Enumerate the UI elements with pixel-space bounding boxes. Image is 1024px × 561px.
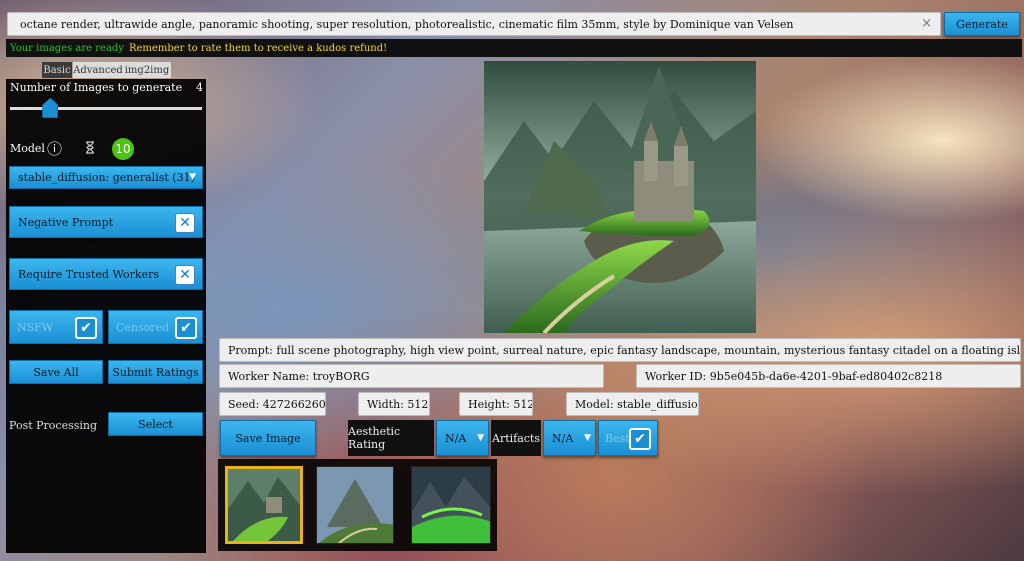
generated-image [484, 61, 756, 333]
info-icon[interactable]: ⓘ [47, 138, 62, 159]
seed-field: Seed: 4272662609 [219, 392, 326, 416]
width-field: Width: 512 [358, 392, 430, 416]
censored-toggle[interactable]: Censored ✔ [108, 310, 203, 344]
worker-id-field: Worker ID: 9b5e045b-da6e-4201-9baf-ed804… [636, 364, 1021, 388]
censored-label: Censored [116, 320, 170, 334]
close-icon[interactable]: ✕ [175, 265, 195, 285]
aesthetic-rating-select[interactable]: N/A ▼ [436, 420, 489, 456]
artifacts-value: N/A [552, 431, 574, 445]
thumbnail-1[interactable] [225, 466, 303, 544]
nsfw-label: NSFW [17, 320, 54, 334]
prompt-input[interactable]: octane render, ultrawide angle, panorami… [7, 12, 941, 36]
trusted-workers-label: Require Trusted Workers [18, 267, 160, 281]
model-field: Model: stable_diffusion [566, 392, 699, 416]
check-icon[interactable]: ✔ [629, 428, 651, 450]
nsfw-toggle[interactable]: NSFW ✔ [9, 310, 103, 344]
artifacts-label: Artifacts [491, 420, 541, 456]
model-label: Model [10, 142, 45, 155]
height-field: Height: 512 [459, 392, 533, 416]
save-all-button[interactable]: Save All [9, 360, 103, 384]
chevron-down-icon: ▼ [189, 172, 196, 182]
aesthetic-rating-value: N/A [445, 431, 467, 445]
images-count-label: Number of Images to generate [10, 81, 183, 94]
tab-advanced[interactable]: Advanced [73, 62, 123, 78]
chevron-down-icon: ▼ [477, 433, 484, 443]
best-label: Best [605, 431, 630, 445]
best-toggle[interactable]: Best ✔ [598, 420, 658, 456]
submit-ratings-button[interactable]: Submit Ratings [108, 360, 203, 384]
model-select[interactable]: stable_diffusion: generalist (31) ▼ [9, 166, 203, 189]
status-ready-text: Your images are ready [10, 42, 124, 54]
status-bar: Your images are ready Remember to rate t… [6, 39, 1022, 57]
trusted-workers-toggle[interactable]: Require Trusted Workers ✕ [9, 258, 203, 290]
status-rate-text: Remember to rate them to receive a kudos… [128, 42, 388, 54]
post-processing-select-button[interactable]: Select [108, 412, 203, 436]
worker-name-field: Worker Name: troyBORG [219, 364, 604, 388]
close-icon[interactable]: ✕ [175, 213, 195, 233]
check-icon[interactable]: ✔ [75, 317, 97, 339]
aesthetic-rating-label: Aesthetic Rating [348, 420, 434, 456]
post-processing-label: Post Processing [9, 419, 98, 432]
prompt-input-text: octane render, ultrawide angle, panorami… [20, 17, 794, 31]
images-count-value: 4 [196, 81, 203, 94]
model-select-value: stable_diffusion: generalist (31) [18, 171, 195, 184]
thumbnail-2[interactable] [316, 466, 394, 544]
queue-badge: 10 [112, 138, 134, 160]
clear-prompt-icon[interactable]: × [921, 16, 932, 31]
artifacts-select[interactable]: N/A ▼ [543, 420, 596, 456]
save-image-button[interactable]: Save Image [220, 420, 316, 456]
tab-basic[interactable]: Basic [42, 62, 72, 78]
generate-button[interactable]: Generate [944, 12, 1020, 36]
check-icon[interactable]: ✔ [175, 317, 197, 339]
image-prompt-field: Prompt: full scene photography, high vie… [219, 338, 1021, 362]
hourglass-icon [85, 141, 95, 154]
negative-prompt-label: Negative Prompt [18, 215, 114, 229]
thumbnail-3[interactable] [411, 466, 491, 544]
negative-prompt-toggle[interactable]: Negative Prompt ✕ [9, 206, 203, 238]
tab-img2img[interactable]: img2img [123, 62, 171, 78]
images-count-slider[interactable] [10, 107, 202, 110]
chevron-down-icon: ▼ [584, 433, 591, 443]
